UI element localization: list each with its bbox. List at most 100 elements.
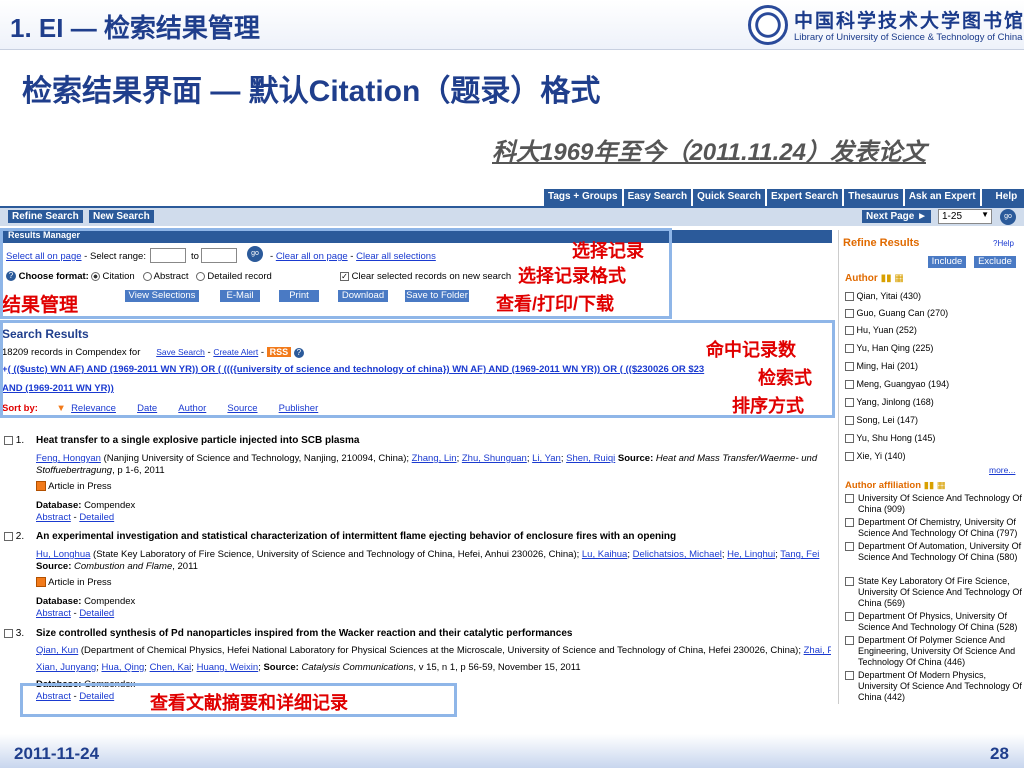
author-link[interactable]: Tang, Fei: [780, 549, 819, 560]
affiliation-facet-item[interactable]: Department Of Modern Physics, University…: [845, 670, 1023, 703]
result-record: 2. An experimental investigation and sta…: [4, 531, 834, 623]
refine-help-link[interactable]: ?Help: [993, 239, 1014, 248]
source-title: Catalysis Communications: [301, 662, 414, 673]
record-number-row: 3.: [4, 628, 24, 639]
facet-checkbox[interactable]: [845, 671, 854, 680]
facet-checkbox[interactable]: [845, 380, 854, 390]
author-facet-item[interactable]: Guo, Guang Can (270): [845, 308, 948, 319]
author-affiliation: (Department of Chemical Physics, Hefei N…: [78, 645, 804, 656]
author-link[interactable]: He, Linghui: [727, 549, 775, 560]
logo-english-text: Library of University of Science & Techn…: [794, 32, 1023, 43]
facet-label: Yang, Jinlong (168): [856, 397, 934, 407]
facet-checkbox[interactable]: [845, 292, 854, 302]
author-link[interactable]: Lu, Kaihua: [582, 549, 627, 560]
affiliation-facet-item[interactable]: Department Of Polymer Science And Engine…: [845, 635, 1023, 668]
next-page-button[interactable]: Next Page ►: [862, 210, 932, 223]
tab-quick-search[interactable]: Quick Search: [693, 189, 765, 206]
facet-checkbox[interactable]: [845, 518, 854, 527]
affiliation-facet-item[interactable]: State Key Laboratory Of Fire Science, Un…: [845, 576, 1023, 609]
author-facet-item[interactable]: Ming, Hai (201): [845, 361, 918, 372]
tab-tags-groups[interactable]: Tags + Groups: [544, 189, 622, 206]
facet-checkbox[interactable]: [845, 434, 854, 444]
facet-checkbox[interactable]: [845, 452, 854, 462]
author-facet-item[interactable]: Qian, Yitai (430): [845, 291, 922, 302]
author-link[interactable]: Xian, Junyang: [36, 662, 96, 673]
slide-page-number: 28: [990, 744, 1009, 763]
author-link[interactable]: Shen, Ruiqi: [566, 453, 615, 464]
detailed-link[interactable]: Detailed: [79, 608, 114, 619]
facet-label: Qian, Yitai (430): [856, 291, 922, 301]
author-link[interactable]: Qian, Kun: [36, 645, 78, 656]
author-facet-item[interactable]: Yu, Shu Hong (145): [845, 433, 935, 444]
author-facet-item[interactable]: Song, Lei (147): [845, 415, 918, 426]
tab-thesaurus[interactable]: Thesaurus: [844, 189, 903, 206]
author-link[interactable]: Zhang, Lin: [412, 453, 457, 464]
bar-chart-icon[interactable]: ▮▮: [924, 480, 934, 491]
record-checkbox[interactable]: [4, 628, 13, 638]
record-links: Abstract - Detailed: [36, 512, 115, 523]
facet-checkbox[interactable]: [845, 577, 854, 586]
record-database: Database: Compendex: [36, 500, 135, 511]
tab-ask-expert[interactable]: Ask an Expert: [904, 189, 980, 206]
author-link[interactable]: Chen, Kai: [150, 662, 192, 673]
ei-top-tabs: Tags + Groups Easy Search Quick Search E…: [544, 189, 1024, 206]
affiliation-facet-item[interactable]: Department Of Physics, University Of Sci…: [845, 611, 1023, 633]
record-source-cont: Stoffuebertragung, p 1-6, 2011: [36, 465, 165, 476]
facet-checkbox[interactable]: [845, 362, 854, 372]
author-link[interactable]: Zhai, Peng: [804, 645, 831, 656]
facet-checkbox[interactable]: [845, 309, 854, 319]
exclude-button[interactable]: Exclude: [974, 256, 1016, 268]
source-title: Heat and Mass Transfer/Waerme- und: [655, 453, 818, 464]
page-go-button[interactable]: go: [1000, 209, 1016, 225]
export-icon[interactable]: ▦: [894, 273, 903, 284]
affiliation-facet-item[interactable]: University Of Science And Technology Of …: [845, 493, 1023, 515]
facet-label: University Of Science And Technology Of …: [858, 493, 1022, 514]
facet-label: Department Of Chemistry, University Of S…: [858, 517, 1018, 538]
page-range-select[interactable]: 1-25 ▼: [938, 209, 992, 224]
refine-search-button[interactable]: Refine Search: [8, 210, 83, 223]
author-facet-item[interactable]: Yang, Jinlong (168): [845, 397, 934, 408]
annotation-abstract-detail: 查看文献摘要和详细记录: [150, 693, 348, 713]
facet-checkbox[interactable]: [845, 398, 854, 408]
detailed-link[interactable]: Detailed: [79, 512, 114, 523]
facet-checkbox[interactable]: [845, 636, 854, 645]
facet-checkbox[interactable]: [845, 494, 854, 503]
tab-easy-search[interactable]: Easy Search: [623, 189, 692, 206]
record-authors: Hu, Longhua (State Key Laboratory of Fir…: [36, 549, 820, 560]
bar-chart-icon[interactable]: ▮▮: [881, 273, 892, 284]
record-checkbox[interactable]: [4, 435, 13, 445]
author-link[interactable]: Zhu, Shunguan: [462, 453, 527, 464]
abstract-link[interactable]: Abstract: [36, 512, 71, 523]
affiliation-facet-item[interactable]: Department Of Automation, University Of …: [845, 541, 1023, 563]
record-checkbox[interactable]: [4, 531, 13, 541]
include-button[interactable]: Include: [928, 256, 966, 268]
record-source: Source: Combustion and Flame, 2011: [36, 561, 198, 572]
new-search-button[interactable]: New Search: [89, 210, 154, 223]
author-facet-item[interactable]: Xie, Yi (140): [845, 451, 906, 462]
tab-help[interactable]: Help: [981, 189, 1024, 206]
author-link[interactable]: Hua, Qing: [102, 662, 145, 673]
author-link[interactable]: Delichatsios, Michael: [633, 549, 722, 560]
record-number-row: 1.: [4, 435, 24, 446]
database-value: Compendex: [84, 500, 136, 511]
tab-expert-search[interactable]: Expert Search: [766, 189, 843, 206]
author-facet-item[interactable]: Hu, Yuan (252): [845, 325, 917, 336]
facet-checkbox[interactable]: [845, 542, 854, 551]
facet-checkbox[interactable]: [845, 326, 854, 336]
record-title: An experimental investigation and statis…: [36, 531, 677, 542]
author-link[interactable]: Li, Yan: [532, 453, 561, 464]
facet-label: Department Of Physics, University Of Sci…: [858, 611, 1018, 632]
author-link[interactable]: Feng, Hongyan: [36, 453, 101, 464]
facet-checkbox[interactable]: [845, 344, 854, 354]
author-facet-item[interactable]: Yu, Han Qing (225): [845, 343, 933, 354]
page-go-label: go: [1004, 213, 1012, 220]
author-link[interactable]: Hu, Longhua: [36, 549, 90, 560]
affiliation-facet-item[interactable]: Department Of Chemistry, University Of S…: [845, 517, 1023, 539]
export-icon[interactable]: ▦: [937, 480, 946, 491]
facet-checkbox[interactable]: [845, 612, 854, 621]
abstract-link[interactable]: Abstract: [36, 608, 71, 619]
more-authors-link[interactable]: more...: [989, 465, 1015, 475]
author-link[interactable]: Huang, Weixin: [197, 662, 259, 673]
facet-checkbox[interactable]: [845, 416, 854, 426]
author-facet-item[interactable]: Meng, Guangyao (194): [845, 379, 949, 390]
